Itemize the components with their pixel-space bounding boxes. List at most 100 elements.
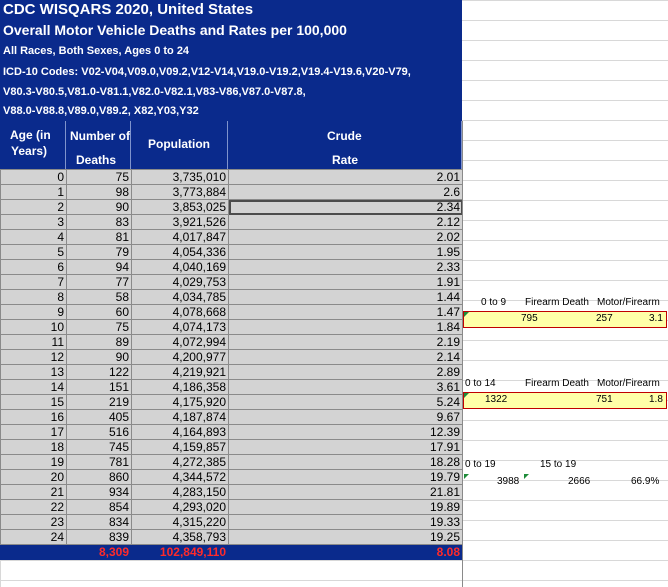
cell-deaths[interactable]: 219 xyxy=(66,394,132,410)
cell-population[interactable]: 4,293,020 xyxy=(131,499,229,515)
cell-deaths[interactable]: 90 xyxy=(66,199,132,215)
cell-rate[interactable]: 9.67 xyxy=(228,409,463,425)
cell-total-label[interactable] xyxy=(0,544,67,560)
cell-age[interactable]: 3 xyxy=(0,214,67,230)
cell-age[interactable]: 7 xyxy=(0,274,67,290)
cell-rate[interactable]: 2.19 xyxy=(228,334,463,350)
column-header-age[interactable]: Age (in Years) xyxy=(0,121,66,169)
cell-age[interactable]: 17 xyxy=(0,424,67,440)
cell-rate[interactable]: 2.02 xyxy=(228,229,463,245)
cell-deaths[interactable]: 75 xyxy=(66,169,132,185)
cell-deaths[interactable]: 90 xyxy=(66,349,132,365)
cell-age[interactable]: 1 xyxy=(0,184,67,200)
column-header-deaths[interactable]: Number of Deaths xyxy=(66,121,131,169)
cell-age[interactable]: 19 xyxy=(0,454,67,470)
cell-rate[interactable]: 12.39 xyxy=(228,424,463,440)
cell-rate[interactable]: 19.79 xyxy=(228,469,463,485)
cell-rate[interactable]: 19.25 xyxy=(228,529,463,545)
cell-deaths[interactable]: 94 xyxy=(66,259,132,275)
cell-rate[interactable]: 2.01 xyxy=(228,169,463,185)
cell-population[interactable]: 4,186,358 xyxy=(131,379,229,395)
cell-rate[interactable]: 21.81 xyxy=(228,484,463,500)
cell-age[interactable]: 2 xyxy=(0,199,67,215)
cell-rate[interactable]: 2.33 xyxy=(228,259,463,275)
cell-deaths[interactable]: 75 xyxy=(66,319,132,335)
cell-rate[interactable]: 1.47 xyxy=(228,304,463,320)
cell-age[interactable]: 9 xyxy=(0,304,67,320)
cell-deaths[interactable]: 839 xyxy=(66,529,132,545)
side1-header-ratio[interactable]: Motor/Firearm xyxy=(597,297,660,308)
cell-population[interactable]: 4,078,668 xyxy=(131,304,229,320)
cell-rate[interactable]: 2.12 xyxy=(228,214,463,230)
side3-value-deaths[interactable]: 3988 xyxy=(497,476,519,487)
cell-age[interactable]: 23 xyxy=(0,514,67,530)
cell-population[interactable]: 4,040,169 xyxy=(131,259,229,275)
side3-value-percent[interactable]: 66.9% xyxy=(631,476,659,487)
cell-population[interactable]: 4,358,793 xyxy=(131,529,229,545)
cell-deaths[interactable]: 98 xyxy=(66,184,132,200)
cell-age[interactable]: 5 xyxy=(0,244,67,260)
column-header-population[interactable]: Population xyxy=(131,121,228,169)
cell-deaths[interactable]: 122 xyxy=(66,364,132,380)
cell-deaths[interactable]: 854 xyxy=(66,499,132,515)
cell-population[interactable]: 4,272,385 xyxy=(131,454,229,470)
cell-population[interactable]: 3,921,526 xyxy=(131,214,229,230)
cell-population[interactable]: 4,072,994 xyxy=(131,334,229,350)
cell-population[interactable]: 4,187,874 xyxy=(131,409,229,425)
cell-age[interactable]: 20 xyxy=(0,469,67,485)
cell-age[interactable]: 14 xyxy=(0,379,67,395)
side1-highlight-row[interactable]: 795 257 3.1 xyxy=(463,311,667,328)
cell-population[interactable]: 4,315,220 xyxy=(131,514,229,530)
cell-age[interactable]: 6 xyxy=(0,259,67,275)
cell-age[interactable]: 16 xyxy=(0,409,67,425)
cell-population[interactable]: 3,773,884 xyxy=(131,184,229,200)
side3-range-label[interactable]: 0 to 19 xyxy=(465,459,496,470)
cell-deaths[interactable]: 834 xyxy=(66,514,132,530)
cell-rate[interactable]: 1.91 xyxy=(228,274,463,290)
cell-deaths[interactable]: 89 xyxy=(66,334,132,350)
cell-rate[interactable]: 2.14 xyxy=(228,349,463,365)
cell-population[interactable]: 4,164,893 xyxy=(131,424,229,440)
cell-deaths[interactable]: 516 xyxy=(66,424,132,440)
side2-header-firearm[interactable]: Firearm Death xyxy=(525,378,589,389)
cell-total-population[interactable]: 102,849,110 xyxy=(131,544,229,560)
cell-age[interactable]: 12 xyxy=(0,349,67,365)
cell-rate[interactable]: 18.28 xyxy=(228,454,463,470)
cell-rate[interactable]: 19.89 xyxy=(228,499,463,515)
cell-age[interactable]: 8 xyxy=(0,289,67,305)
cell-rate[interactable]: 17.91 xyxy=(228,439,463,455)
cell-rate[interactable]: 1.95 xyxy=(228,244,463,260)
cell-rate[interactable]: 2.34 xyxy=(228,199,463,215)
cell-rate[interactable]: 5.24 xyxy=(228,394,463,410)
cell-population[interactable]: 4,074,173 xyxy=(131,319,229,335)
column-header-rate[interactable]: Crude Rate xyxy=(228,121,462,169)
cell-population[interactable]: 4,219,921 xyxy=(131,364,229,380)
cell-population[interactable]: 4,017,847 xyxy=(131,229,229,245)
cell-population[interactable]: 4,034,785 xyxy=(131,289,229,305)
cell-age[interactable]: 15 xyxy=(0,394,67,410)
side3-value-teen[interactable]: 2666 xyxy=(568,476,590,487)
cell-deaths[interactable]: 405 xyxy=(66,409,132,425)
cell-population[interactable]: 4,054,336 xyxy=(131,244,229,260)
cell-deaths[interactable]: 77 xyxy=(66,274,132,290)
cell-deaths[interactable]: 860 xyxy=(66,469,132,485)
cell-total-deaths[interactable]: 8,309 xyxy=(66,544,132,560)
cell-deaths[interactable]: 151 xyxy=(66,379,132,395)
cell-total-rate[interactable]: 8.08 xyxy=(228,544,463,560)
cell-population[interactable]: 4,344,572 xyxy=(131,469,229,485)
cell-age[interactable]: 22 xyxy=(0,499,67,515)
cell-rate[interactable]: 1.84 xyxy=(228,319,463,335)
cell-rate[interactable]: 1.44 xyxy=(228,289,463,305)
cell-deaths[interactable]: 60 xyxy=(66,304,132,320)
side2-highlight-row[interactable]: 1322 751 1.8 xyxy=(463,392,667,409)
side3-header-age[interactable]: 15 to 19 xyxy=(540,459,576,470)
cell-age[interactable]: 21 xyxy=(0,484,67,500)
cell-rate[interactable]: 3.61 xyxy=(228,379,463,395)
side2-range-label[interactable]: 0 to 14 xyxy=(465,378,496,389)
cell-population[interactable]: 4,175,920 xyxy=(131,394,229,410)
cell-deaths[interactable]: 781 xyxy=(66,454,132,470)
cell-deaths[interactable]: 83 xyxy=(66,214,132,230)
cell-population[interactable]: 4,159,857 xyxy=(131,439,229,455)
cell-rate[interactable]: 2.89 xyxy=(228,364,463,380)
cell-age[interactable]: 11 xyxy=(0,334,67,350)
